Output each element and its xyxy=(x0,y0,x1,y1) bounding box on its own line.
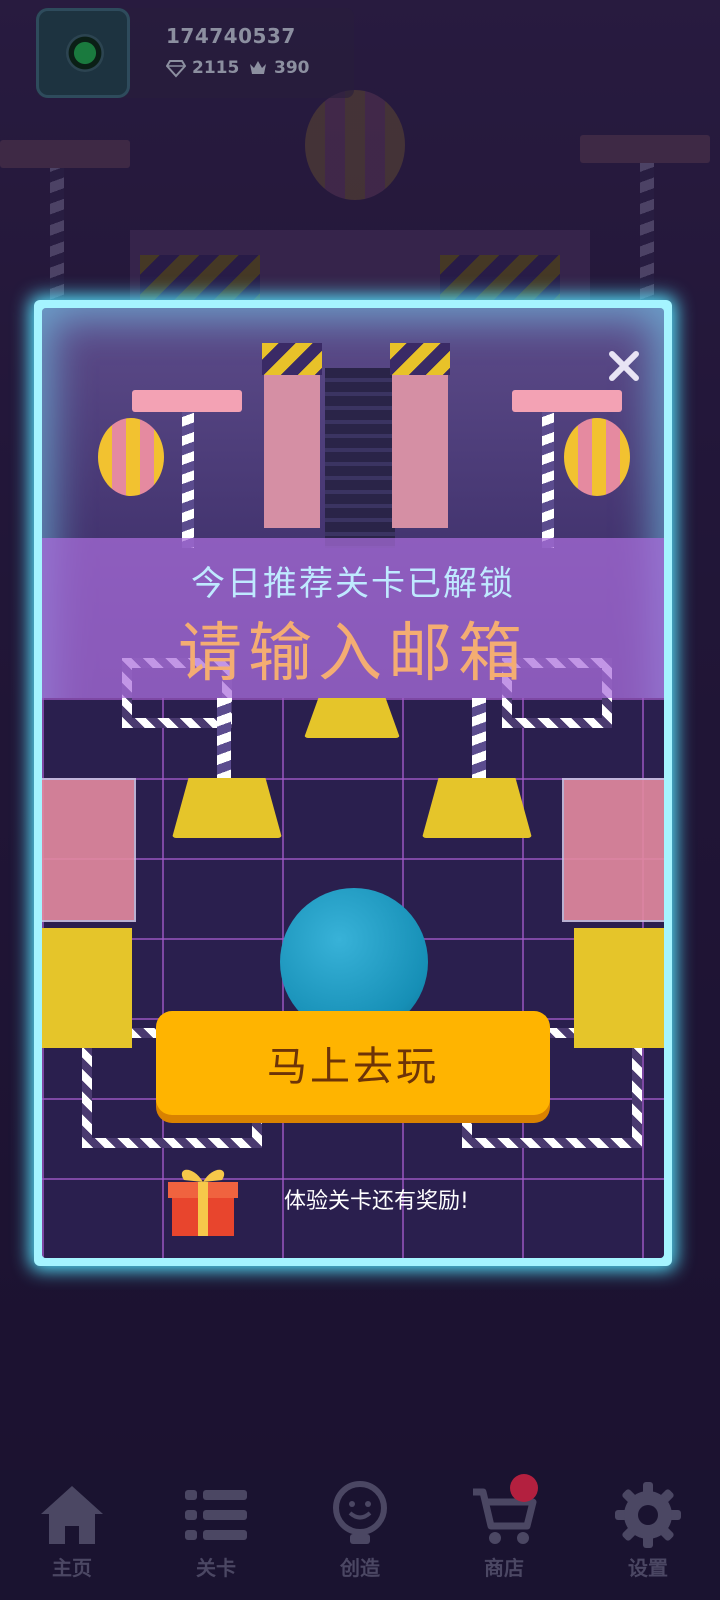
popup-content: 今日推荐关卡已解锁 请输入邮箱 马上去玩 体验关卡还有奖励! xyxy=(42,308,664,1258)
banner-title: 请输入邮箱 xyxy=(178,617,528,691)
home-icon xyxy=(41,1486,103,1544)
crown-value: 390 xyxy=(274,58,310,78)
nav-create[interactable]: 创造 xyxy=(300,1470,420,1600)
striped-pole xyxy=(182,398,194,548)
striped-pole xyxy=(472,698,486,778)
gift-icon xyxy=(168,1169,238,1236)
unlock-banner: 今日推荐关卡已解锁 请输入邮箱 xyxy=(42,538,664,698)
lightbulb-icon xyxy=(333,1481,387,1544)
diamond-count: 2115 xyxy=(166,58,239,78)
gear-icon xyxy=(615,1482,681,1548)
nav-create-label: 创造 xyxy=(340,1556,380,1580)
cone-obstacle xyxy=(172,778,282,838)
signpost xyxy=(132,390,242,412)
close-button[interactable] xyxy=(606,348,642,384)
diamond-value: 2115 xyxy=(192,58,240,78)
diamond-icon xyxy=(166,60,186,78)
nav-settings-label: 设置 xyxy=(628,1556,668,1580)
level-unlock-popup: 今日推荐关卡已解锁 请输入邮箱 马上去玩 体验关卡还有奖励! xyxy=(34,300,672,1266)
nav-home-label: 主页 xyxy=(52,1556,92,1580)
balloon-decoration xyxy=(564,418,630,496)
ramp-decoration xyxy=(325,368,395,548)
bottom-navigation: 主页 关卡 创造 商店 设置 xyxy=(0,1470,720,1600)
nav-levels-label: 关卡 xyxy=(196,1556,236,1580)
nav-shop[interactable]: 商店 xyxy=(444,1470,564,1600)
close-icon xyxy=(609,351,639,381)
user-id: 174740537 xyxy=(166,24,296,48)
gate-pillar xyxy=(392,348,448,528)
balloon-decoration xyxy=(98,418,164,496)
striped-pole xyxy=(542,398,554,548)
avatar[interactable] xyxy=(36,8,130,98)
glass-cube xyxy=(42,778,136,922)
list-icon xyxy=(185,1490,247,1540)
banner-subtitle: 今日推荐关卡已解锁 xyxy=(191,564,515,604)
nav-levels[interactable]: 关卡 xyxy=(156,1470,276,1600)
yellow-block xyxy=(42,928,132,1048)
hazard-stripes xyxy=(390,343,450,375)
nav-settings[interactable]: 设置 xyxy=(588,1470,708,1600)
nav-home[interactable]: 主页 xyxy=(12,1470,132,1600)
cone-obstacle xyxy=(304,698,400,738)
camera-lens-icon xyxy=(66,34,104,72)
crown-count: 390 xyxy=(248,58,310,78)
signpost xyxy=(512,390,622,412)
striped-pole xyxy=(217,698,231,778)
hazard-stripes xyxy=(262,343,322,375)
gate-pillar xyxy=(264,348,320,528)
yellow-block xyxy=(574,928,664,1048)
play-now-button[interactable]: 马上去玩 xyxy=(156,1011,550,1115)
reward-hint: 体验关卡还有奖励! xyxy=(162,1158,469,1240)
nav-shop-label: 商店 xyxy=(484,1556,524,1580)
reward-text: 体验关卡还有奖励! xyxy=(284,1189,469,1214)
crown-icon xyxy=(250,61,266,74)
player-profile: 174740537 2115 390 xyxy=(36,8,354,98)
cone-obstacle xyxy=(422,778,532,838)
glass-cube xyxy=(562,778,664,922)
notification-badge xyxy=(510,1474,538,1502)
